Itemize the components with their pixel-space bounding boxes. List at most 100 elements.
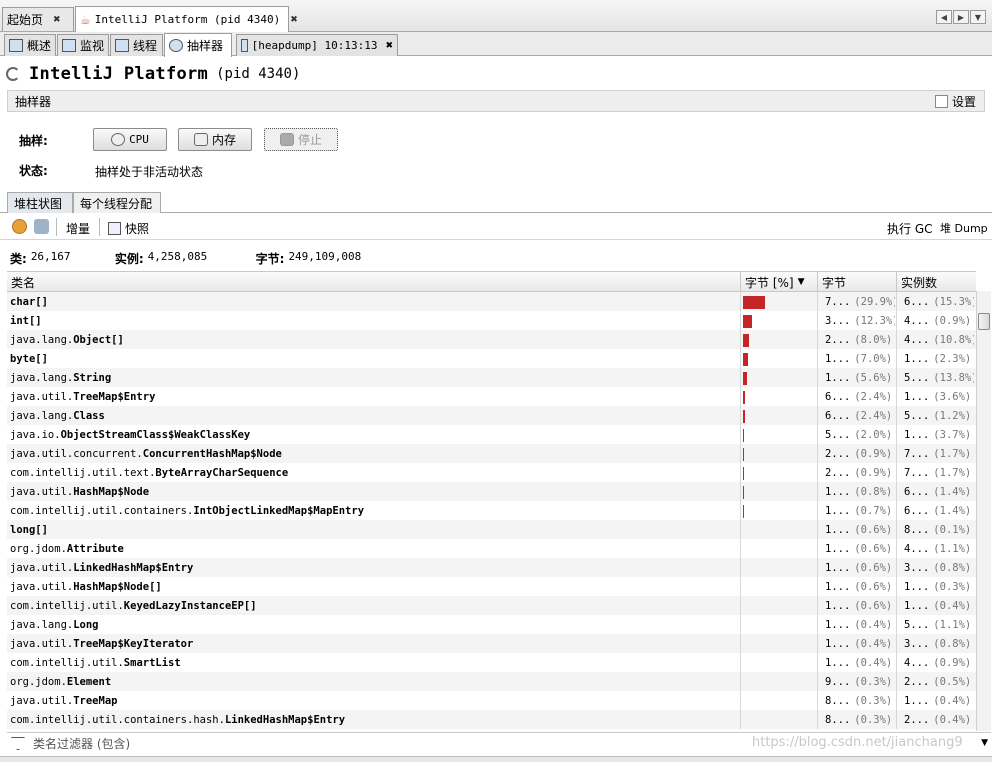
table-row[interactable]: int[] 3... (12.3%) 4... (0.9%) xyxy=(7,311,976,330)
table-row[interactable]: com.intellij.util.containers. IntObjectLi… xyxy=(7,501,976,520)
bytes-cell: 2... (8.0%) xyxy=(825,330,895,349)
sampler-section-header: 抽样器 设置 xyxy=(7,90,985,112)
tab-overview[interactable]: 概述 xyxy=(4,34,56,56)
table-row[interactable]: java.lang. Long 1... (0.4%) 5... (1.1%) xyxy=(7,615,976,634)
column-divider xyxy=(740,539,741,558)
table-row[interactable]: java.util. HashMap$Node 1... (0.8%) 6... (1.4… xyxy=(7,482,976,501)
table-row[interactable]: java.util. TreeMap$Entry 6... (2.4%) 1... (3.… xyxy=(7,387,976,406)
class-name-cell: java.lang. Object[] xyxy=(10,330,738,349)
pause-icon[interactable] xyxy=(12,219,27,234)
bytes-cell: 3... (12.3%) xyxy=(825,311,895,330)
column-divider xyxy=(740,501,741,520)
tab-threads[interactable]: 线程 xyxy=(110,34,163,56)
table-row[interactable]: com.intellij.util. KeyedLazyInstanceEP[] 1… xyxy=(7,596,976,615)
filter-options-icon[interactable]: ▼ xyxy=(981,738,988,748)
settings-checkbox[interactable] xyxy=(934,95,948,108)
column-class-name[interactable]: 类名 xyxy=(7,272,741,292)
table-row[interactable]: java.util. TreeMap 8... (0.3%) 1... (0.4%) xyxy=(7,691,976,710)
column-divider xyxy=(740,406,741,425)
column-divider xyxy=(740,691,741,710)
table-row[interactable]: char[] 7... (29.9%) 6... (15.3%) xyxy=(7,292,976,311)
table-row[interactable]: com.intellij.util.containers.hash. Linked… xyxy=(7,710,976,729)
instances-value: 3... xyxy=(904,637,930,650)
instances-value: 4,258,085 xyxy=(147,250,208,263)
scrollbar-thumb[interactable] xyxy=(978,313,990,330)
class-name: TreeMap$Entry xyxy=(73,390,156,403)
refresh-icon[interactable] xyxy=(34,219,49,234)
column-instances[interactable]: 实例数 xyxy=(897,272,976,292)
class-name-cell: java.util. TreeMap$KeyIterator xyxy=(10,634,738,653)
tab-list-icon[interactable]: ▼ xyxy=(970,10,986,24)
filter-icon[interactable] xyxy=(11,737,25,750)
tab-intellij-platform[interactable]: ☕ IntelliJ Platform (pid 4340) ✖ xyxy=(75,6,298,32)
column-bytes-percent[interactable]: 字节 [%] ▼ xyxy=(741,272,818,292)
cpu-button[interactable]: CPU xyxy=(93,128,167,151)
table-row[interactable]: java.lang. Object[] 2... (8.0%) 4... (10.8%) xyxy=(7,330,976,349)
close-icon[interactable]: ✖ xyxy=(290,15,298,25)
tab-label: 概述 xyxy=(26,39,51,53)
bytes-cell: 1... (0.4%) xyxy=(825,634,895,653)
class-name: ConcurrentHashMap$Node xyxy=(142,447,282,460)
status-value: 抽样处于非活动状态 xyxy=(95,165,204,179)
instances-cell: 6... (15.3%) xyxy=(904,292,974,311)
delta-button[interactable]: 增量 xyxy=(66,220,90,237)
instances-cell: 2... (0.5%) xyxy=(904,672,974,691)
heap-stats: 类: 26,167 实例: 4,258,085 字节: 249,109,008 xyxy=(10,250,361,267)
package-name: java.lang. xyxy=(10,409,74,422)
table-row[interactable]: java.util. HashMap$Node[] 1... (0.6%) 1... (0… xyxy=(7,577,976,596)
gc-button[interactable]: 执行 GC xyxy=(887,220,933,237)
heap-dump-button[interactable]: 堆 Dump xyxy=(940,220,988,236)
tab-label: 堆柱状图 xyxy=(14,196,63,211)
table-row[interactable]: java.lang. Class 6... (2.4%) 5... (1.2%) xyxy=(7,406,976,425)
bytes-value: 249,109,008 xyxy=(288,250,362,263)
memory-button[interactable]: 内存 xyxy=(178,128,252,151)
table-row[interactable]: java.util. TreeMap$KeyIterator 1... (0.4%) 3… xyxy=(7,634,976,653)
table-row[interactable]: com.intellij.util.text. ByteArrayCharSequ… xyxy=(7,463,976,482)
table-row[interactable]: byte[] 1... (7.0%) 1... (2.3%) xyxy=(7,349,976,368)
tab-heap-histogram[interactable]: 堆柱状图 xyxy=(7,192,73,213)
bytes-cell: 1... (7.0%) xyxy=(825,349,895,368)
class-filter-input[interactable]: 类名过滤器 (包含) xyxy=(33,735,130,752)
table-row[interactable]: java.util. LinkedHashMap$Entry 1... (0.6%) 3… xyxy=(7,558,976,577)
scroll-right-icon[interactable]: ▶ xyxy=(953,10,969,24)
bytes-value: 7... xyxy=(825,295,851,308)
tab-per-thread-allocations[interactable]: 每个线程分配 xyxy=(73,192,161,213)
instances-value: 8... xyxy=(904,523,930,536)
overview-icon xyxy=(9,39,23,52)
table-row[interactable]: com.intellij.util. SmartList 1... (0.4%) 4..… xyxy=(7,653,976,672)
table-row[interactable]: org.jdom. Element 9... (0.3%) 2... (0.5%) xyxy=(7,672,976,691)
instances-percent: (1.7%) xyxy=(933,447,972,460)
vertical-scrollbar[interactable] xyxy=(976,291,991,731)
table-row[interactable]: java.lang. String 1... (5.6%) 5... (13.8%) xyxy=(7,368,976,387)
column-divider xyxy=(740,634,741,653)
class-name-cell: byte[] xyxy=(10,349,738,368)
scroll-left-icon[interactable]: ◀ xyxy=(936,10,952,24)
tab-heapdump[interactable]: [heapdump] 10:13:13 ✖ xyxy=(236,34,398,56)
table-row[interactable]: long[] 1... (0.6%) 8... (0.1%) xyxy=(7,520,976,539)
instances-percent: (3.7%) xyxy=(933,428,972,441)
tab-sampler[interactable]: 抽样器 xyxy=(164,33,232,57)
close-icon[interactable]: ✖ xyxy=(385,41,393,51)
bytes-cell: 1... (0.4%) xyxy=(825,653,895,672)
bytes-value: 1... xyxy=(825,561,851,574)
bytes-percent-bar xyxy=(743,372,747,385)
column-divider xyxy=(896,615,897,634)
class-name: String xyxy=(73,371,112,384)
instances-value: 4... xyxy=(904,314,930,327)
tab-start-page[interactable]: 起始页 ✖ xyxy=(2,7,74,31)
column-divider xyxy=(896,672,897,691)
snapshot-button[interactable]: 快照 xyxy=(108,220,149,237)
class-name-cell: java.io. ObjectStreamClass$WeakClassKey xyxy=(10,425,738,444)
settings-toggle[interactable]: 设置 xyxy=(934,93,976,110)
close-icon[interactable]: ✖ xyxy=(53,15,61,25)
table-row[interactable]: java.io. ObjectStreamClass$WeakClassKey 5.… xyxy=(7,425,976,444)
table-row[interactable]: org.jdom. Attribute 1... (0.6%) 4... (1.1%) xyxy=(7,539,976,558)
table-row[interactable]: java.util.concurrent. ConcurrentHashMap$N… xyxy=(7,444,976,463)
instances-cell: 7... (1.7%) xyxy=(904,444,974,463)
bytes-percent: (12.3%) xyxy=(854,314,895,327)
stop-button[interactable]: 停止 xyxy=(264,128,338,151)
instances-percent: (0.3%) xyxy=(933,580,972,593)
instances-percent: (0.4%) xyxy=(933,694,972,707)
column-bytes[interactable]: 字节 xyxy=(818,272,897,292)
tab-monitor[interactable]: 监视 xyxy=(57,34,109,56)
